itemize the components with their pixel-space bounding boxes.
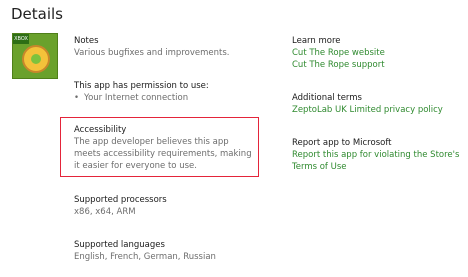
cut-the-rope-icon [22, 45, 50, 73]
app-icon: XBOX [12, 33, 58, 79]
additional-terms-section: Additional terms ZeptoLab UK Limited pri… [292, 92, 443, 116]
support-link[interactable]: Cut The Rope support [292, 59, 385, 71]
website-link[interactable]: Cut The Rope website [292, 47, 385, 59]
notes-text: Various bugfixes and improvements. [74, 48, 230, 58]
languages-section: Supported languages English, French, Ger… [74, 239, 216, 263]
learn-more-heading: Learn more [292, 36, 341, 46]
page-title: Details [11, 5, 64, 23]
accessibility-section: Accessibility The app developer believes… [74, 124, 256, 172]
processors-section: Supported processors x86, x64, ARM [74, 194, 167, 218]
notes-heading: Notes [74, 36, 99, 46]
languages-text: English, French, German, Russian [74, 252, 216, 262]
permission-item: • Your Internet connection [74, 93, 189, 103]
xbox-badge: XBOX [13, 34, 29, 44]
accessibility-text: The app developer believes this app meet… [74, 137, 252, 171]
languages-heading: Supported languages [74, 240, 165, 250]
permissions-section: This app has permission to use: • Your In… [74, 80, 209, 104]
bullet-icon: • [74, 93, 80, 103]
privacy-policy-link[interactable]: ZeptoLab UK Limited privacy policy [292, 104, 443, 116]
additional-terms-heading: Additional terms [292, 93, 362, 103]
processors-heading: Supported processors [74, 195, 167, 205]
report-section: Report app to Microsoft Report this app … [292, 137, 459, 173]
report-heading: Report app to Microsoft [292, 138, 392, 148]
report-link[interactable]: Report this app for violating the Store'… [292, 149, 459, 173]
notes-section: Notes Various bugfixes and improvements. [74, 35, 229, 59]
accessibility-heading: Accessibility [74, 125, 127, 135]
processors-text: x86, x64, ARM [74, 207, 136, 217]
permissions-heading: This app has permission to use: [74, 81, 209, 91]
learn-more-section: Learn more Cut The Rope website Cut The … [292, 35, 385, 71]
